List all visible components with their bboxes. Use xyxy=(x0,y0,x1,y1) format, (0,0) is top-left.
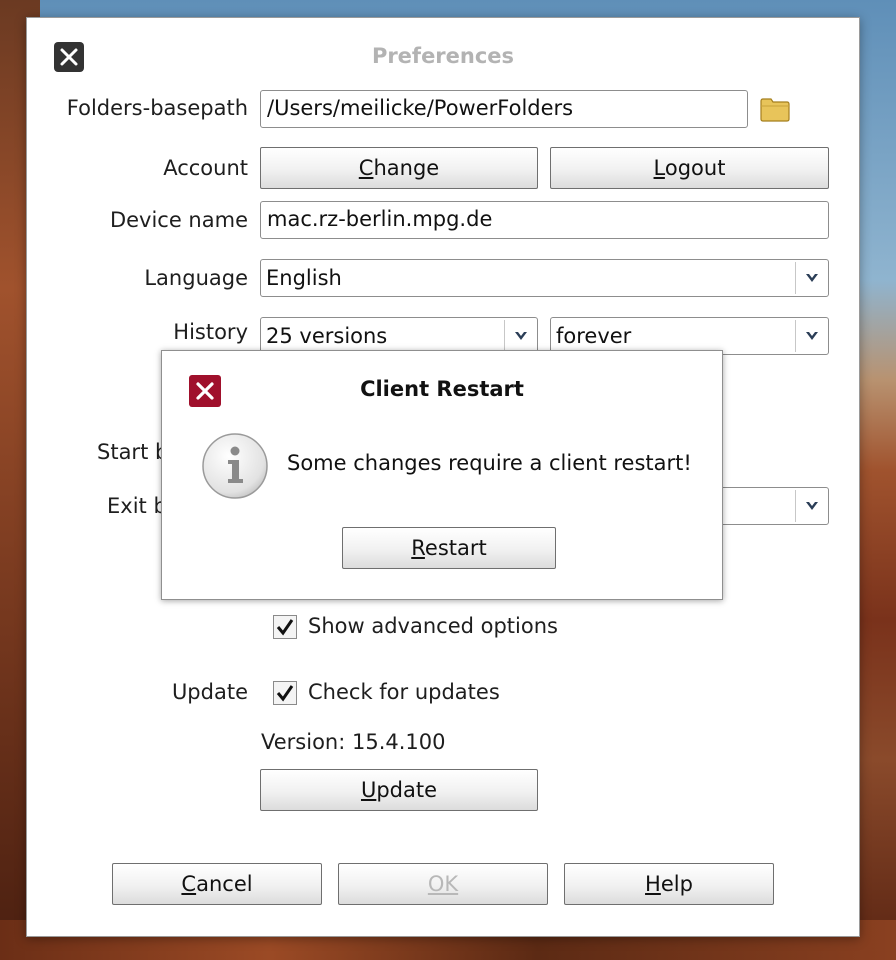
language-label: Language xyxy=(144,266,248,290)
help-button[interactable]: Help xyxy=(564,863,774,905)
start-behavior-label: Start b xyxy=(97,440,169,464)
restart-label: estart xyxy=(424,536,487,560)
logout-mnemonic: L xyxy=(653,156,665,180)
restart-mnemonic: R xyxy=(411,536,425,560)
cancel-button[interactable]: Cancel xyxy=(112,863,322,905)
update-button-label: pdate xyxy=(376,778,438,802)
device-name-label: Device name xyxy=(109,208,248,232)
checkmark-icon xyxy=(276,685,294,702)
restart-button[interactable]: Restart xyxy=(342,527,556,569)
change-label: hange xyxy=(373,156,440,180)
ok-label: OK xyxy=(427,872,459,896)
help-label: elp xyxy=(660,872,693,896)
change-mnemonic: C xyxy=(358,156,374,180)
show-advanced-checkbox[interactable] xyxy=(273,615,297,639)
update-mnemonic: U xyxy=(360,778,377,802)
chevron-down-icon[interactable] xyxy=(795,262,828,294)
language-value: English xyxy=(266,266,342,290)
history-duration-value: forever xyxy=(556,324,632,348)
history-label: History xyxy=(173,320,248,344)
exit-behavior-label: Exit b xyxy=(107,494,167,518)
chevron-down-icon[interactable] xyxy=(795,320,828,352)
show-advanced-label[interactable]: Show advanced options xyxy=(308,614,558,638)
account-label: Account xyxy=(163,156,248,180)
help-mnemonic: H xyxy=(645,872,661,896)
update-label: Update xyxy=(171,680,248,704)
folders-basepath-field[interactable]: /Users/meilicke/PowerFolders xyxy=(260,90,748,128)
checkmark-icon xyxy=(276,619,294,636)
chevron-down-icon[interactable] xyxy=(504,320,537,352)
version-text: Version: 15.4.100 xyxy=(261,730,446,754)
dialog-message: Some changes require a client restart! xyxy=(287,451,692,475)
info-icon xyxy=(200,431,270,501)
cancel-label: ancel xyxy=(196,872,253,896)
window-title: Preferences xyxy=(371,44,515,68)
dialog-title: Client Restart xyxy=(360,377,524,401)
change-account-button[interactable]: Change xyxy=(260,147,538,189)
check-for-updates-label[interactable]: Check for updates xyxy=(308,680,500,704)
logout-label: ogout xyxy=(664,156,726,180)
language-select[interactable]: English xyxy=(260,259,829,297)
update-button[interactable]: Update xyxy=(260,769,538,811)
folders-basepath-label: Folders-basepath xyxy=(66,96,248,120)
logout-button[interactable]: Logout xyxy=(550,147,829,189)
cancel-mnemonic: C xyxy=(181,872,197,896)
device-name-field[interactable]: mac.rz-berlin.mpg.de xyxy=(260,201,829,239)
check-for-updates-checkbox[interactable] xyxy=(273,681,297,705)
client-restart-dialog: Client Restart Some changes require a cl… xyxy=(161,350,723,600)
ok-button[interactable]: OK xyxy=(338,863,548,905)
history-versions-value: 25 versions xyxy=(266,324,388,348)
chevron-down-icon[interactable] xyxy=(795,490,828,522)
folder-icon[interactable] xyxy=(760,96,790,122)
